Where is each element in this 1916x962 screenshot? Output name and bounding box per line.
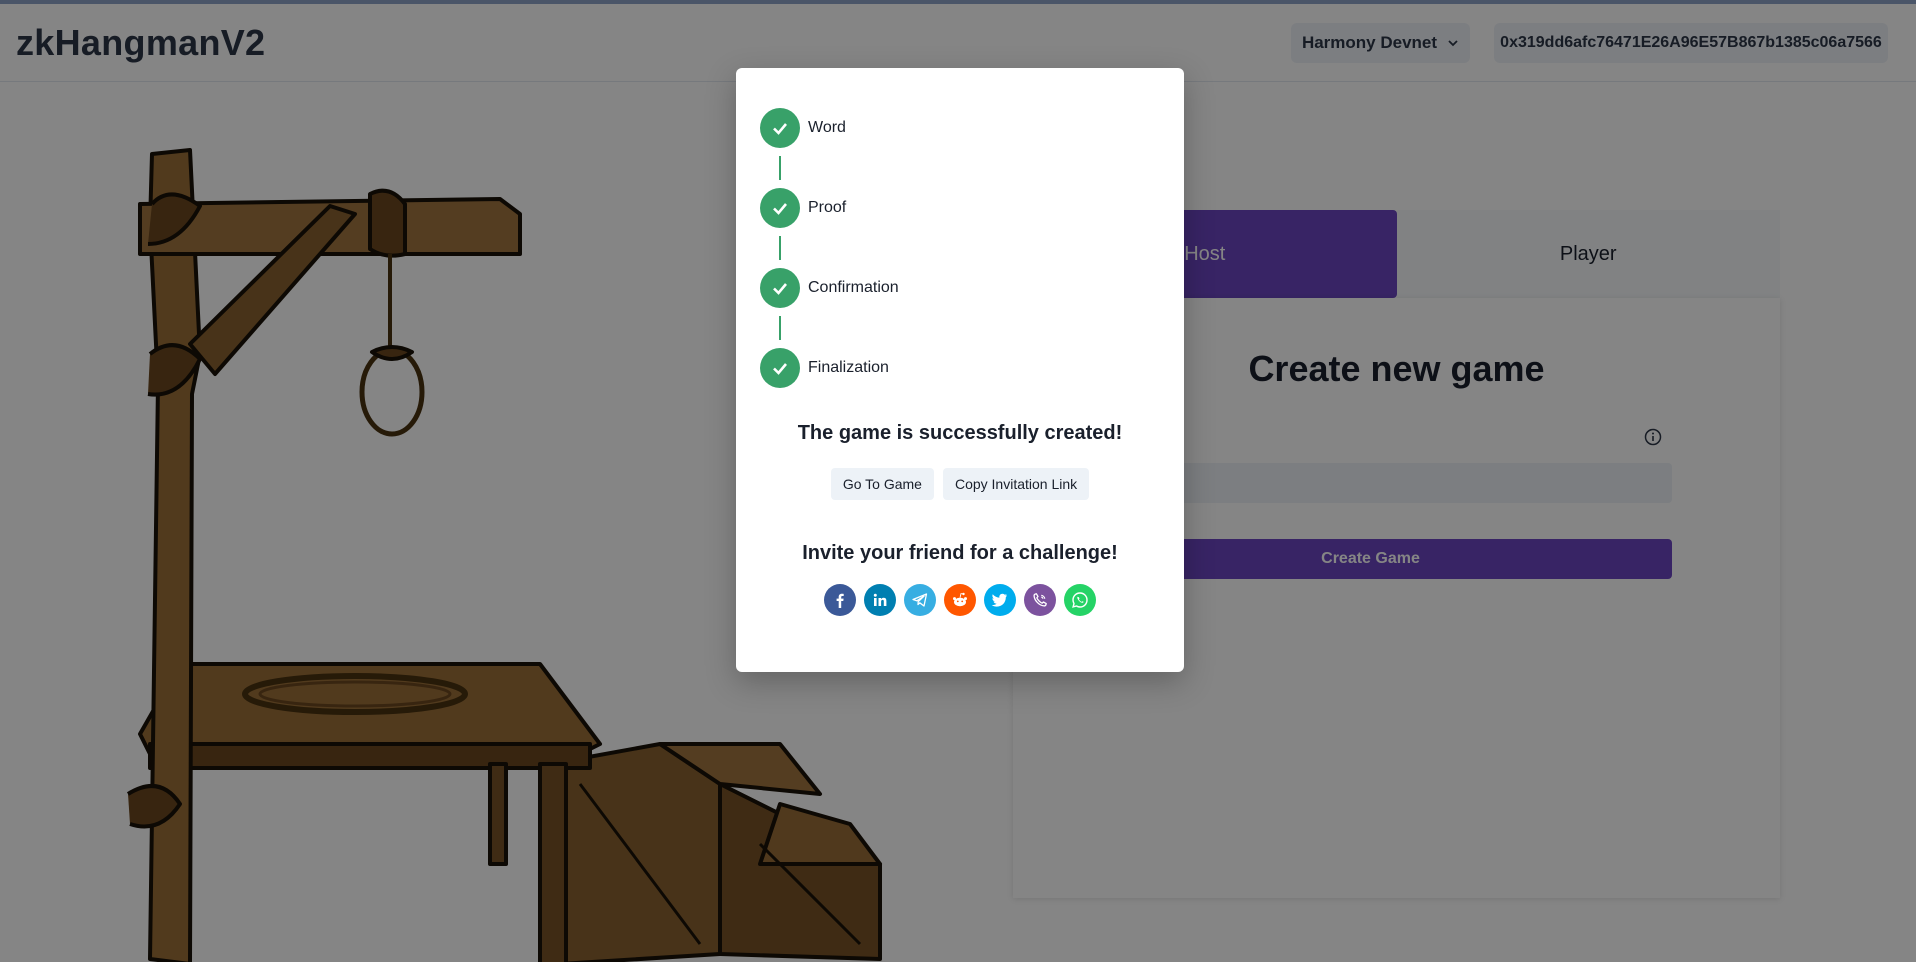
step-connector bbox=[779, 156, 781, 180]
step-proof: Proof bbox=[760, 188, 1060, 228]
modal-actions: Go To Game Copy Invitation Link bbox=[736, 468, 1184, 500]
reddit-icon[interactable] bbox=[944, 584, 976, 616]
step-connector bbox=[779, 236, 781, 260]
step-confirmation: Confirmation bbox=[760, 268, 1060, 308]
step-label: Finalization bbox=[808, 359, 889, 376]
copy-invitation-link-button[interactable]: Copy Invitation Link bbox=[942, 468, 1090, 500]
step-connector bbox=[779, 316, 781, 340]
game-created-modal: Word Proof Confirmation Finalization The… bbox=[736, 68, 1184, 672]
step-finalization: Finalization bbox=[760, 348, 1060, 388]
facebook-icon[interactable] bbox=[824, 584, 856, 616]
linkedin-icon[interactable] bbox=[864, 584, 896, 616]
telegram-icon[interactable] bbox=[904, 584, 936, 616]
check-icon bbox=[760, 348, 800, 388]
check-icon bbox=[760, 108, 800, 148]
invite-message: Invite your friend for a challenge! bbox=[802, 542, 1118, 564]
step-label: Proof bbox=[808, 199, 847, 216]
go-to-game-button[interactable]: Go To Game bbox=[830, 468, 934, 500]
step-word: Word bbox=[760, 108, 1060, 148]
step-label: Confirmation bbox=[808, 279, 899, 296]
share-buttons bbox=[736, 584, 1184, 616]
check-icon bbox=[760, 268, 800, 308]
check-icon bbox=[760, 188, 800, 228]
step-label: Word bbox=[808, 119, 846, 136]
twitter-icon[interactable] bbox=[984, 584, 1016, 616]
whatsapp-icon[interactable] bbox=[1064, 584, 1096, 616]
success-message: The game is successfully created! bbox=[797, 422, 1123, 444]
viber-icon[interactable] bbox=[1024, 584, 1056, 616]
